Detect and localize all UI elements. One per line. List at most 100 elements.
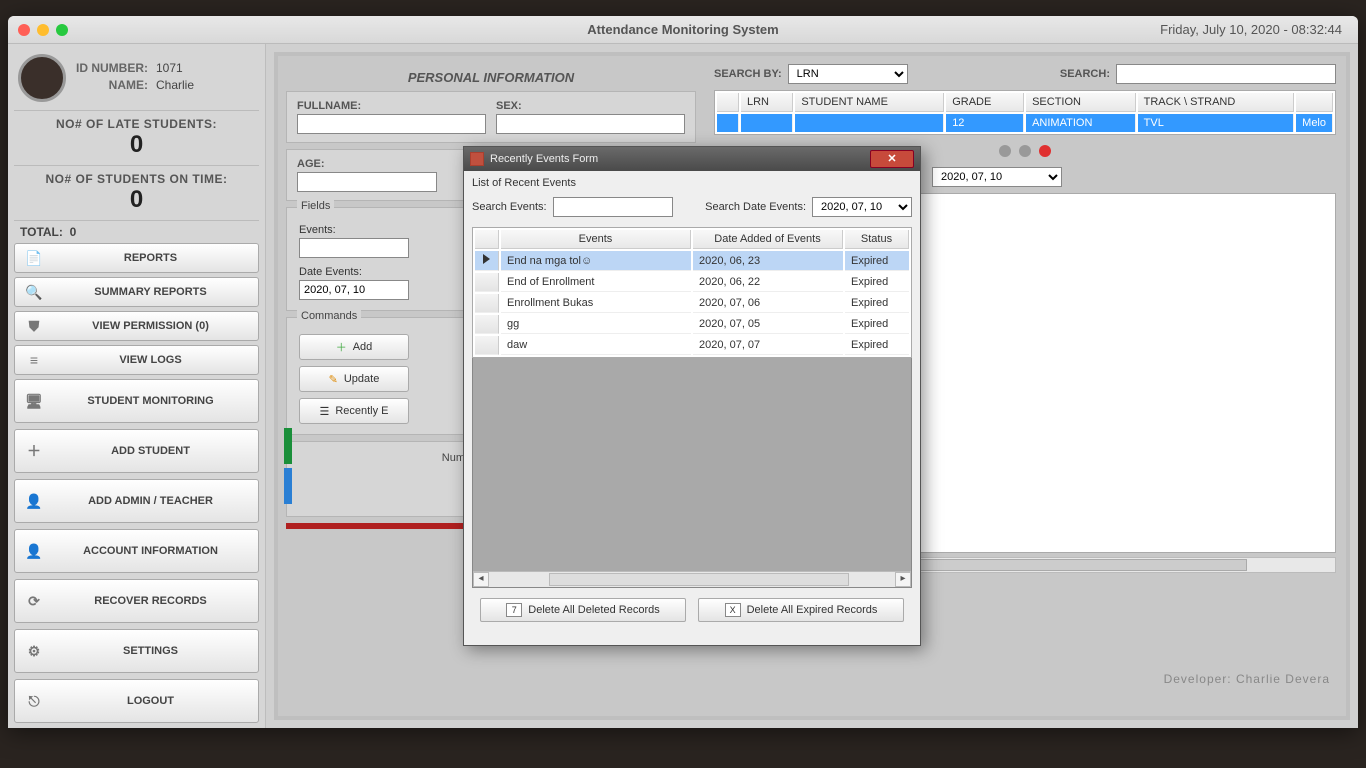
- avatar: [18, 54, 66, 102]
- modal-title-text: Recently Events Form: [490, 153, 598, 165]
- recently-events-modal: Recently Events Form ✕ List of Recent Ev…: [463, 146, 921, 646]
- pencil-icon: ✎: [329, 373, 338, 386]
- view-logs-button[interactable]: ≡VIEW LOGS: [14, 345, 259, 375]
- col-date-added: Date Added of Events: [693, 230, 843, 249]
- date-events-input[interactable]: [299, 280, 409, 300]
- col-events: Events: [501, 230, 691, 249]
- modal-titlebar[interactable]: Recently Events Form ✕: [464, 147, 920, 171]
- fields-legend: Fields: [297, 200, 334, 212]
- delete-deleted-button[interactable]: 7 Delete All Deleted Records: [480, 598, 686, 622]
- events-input[interactable]: [299, 238, 409, 258]
- logout-button[interactable]: ⎋LOGOUT: [14, 679, 259, 723]
- search-date-events-select[interactable]: 2020, 07, 10: [812, 197, 912, 217]
- fullname-input[interactable]: [297, 114, 486, 134]
- col-grade: GRADE: [946, 93, 1024, 112]
- datetime-label: Friday, July 10, 2020 - 08:32:44: [1160, 22, 1342, 37]
- minimize-window-icon[interactable]: [37, 24, 49, 36]
- reports-button[interactable]: 📄REPORTS: [14, 243, 259, 273]
- grid-hscroll[interactable]: ◂ ▸: [473, 571, 911, 587]
- titlebar: Attendance Monitoring System Friday, Jul…: [8, 16, 1358, 44]
- sidebar: ID NUMBER: 1071 NAME: Charlie NO# OF LATE …: [8, 44, 266, 728]
- col-name: STUDENT NAME: [795, 93, 944, 112]
- grid-row[interactable]: Enrollment Bukas2020, 07, 06Expired: [475, 294, 909, 313]
- add-admin-icon: 👤: [23, 493, 45, 510]
- summary-icon: 🔍: [23, 284, 45, 301]
- late-label: NO# OF LATE STUDENTS:: [14, 117, 259, 131]
- personal-info-header: PERSONAL INFORMATION: [286, 64, 696, 91]
- account-info-button[interactable]: 👤ACCOUNT INFORMATION: [14, 529, 259, 573]
- ontime-label: NO# OF STUDENTS ON TIME:: [14, 172, 259, 186]
- plus-icon: ＋: [336, 339, 347, 355]
- modal-caption: List of Recent Events: [472, 177, 912, 189]
- report-icon: 📄: [23, 250, 45, 267]
- table-row[interactable]: 12 ANIMATION TVL Melo: [717, 114, 1333, 132]
- view-permission-button[interactable]: ⛊VIEW PERMISSION (0): [14, 311, 259, 341]
- recently-events-button[interactable]: ☰Recently E: [299, 398, 409, 424]
- grid-row[interactable]: gg2020, 07, 05Expired: [475, 315, 909, 334]
- add-admin-button[interactable]: 👤ADD ADMIN / TEACHER: [14, 479, 259, 523]
- fullname-label: FULLNAME:: [297, 100, 486, 112]
- id-value: 1071: [156, 61, 183, 75]
- update-button[interactable]: ✎Update: [299, 366, 409, 392]
- logs-icon: ≡: [23, 352, 45, 368]
- age-input[interactable]: [297, 172, 437, 192]
- blue-strip: [284, 468, 292, 504]
- late-value: 0: [14, 131, 259, 159]
- dot-1[interactable]: [999, 145, 1011, 157]
- search-label: SEARCH:: [1060, 68, 1110, 80]
- settings-button[interactable]: ⚙SETTINGS: [14, 629, 259, 673]
- developer-label: Developer: Charlie Devera: [1164, 672, 1330, 686]
- col-lrn: LRN: [741, 93, 793, 112]
- student-monitoring-button[interactable]: 🖥STUDENT MONITORING: [14, 379, 259, 423]
- grid-empty-area: ◂ ▸: [472, 358, 912, 588]
- total-value: 0: [70, 225, 77, 239]
- list-icon: ☰: [319, 405, 329, 418]
- row-pointer-icon: [483, 254, 490, 264]
- add-student-button[interactable]: ＋ADD STUDENT: [14, 429, 259, 473]
- logout-icon: ⎋: [23, 693, 45, 710]
- delete-expired-button[interactable]: X Delete All Expired Records: [698, 598, 904, 622]
- grid-row[interactable]: End na mga tol☺2020, 06, 23Expired: [475, 251, 909, 271]
- modal-close-button[interactable]: ✕: [870, 150, 914, 168]
- search-by-label: SEARCH BY:: [714, 68, 782, 80]
- events-grid[interactable]: Events Date Added of Events Status End n…: [472, 227, 912, 358]
- green-strip: [284, 428, 292, 464]
- commands-legend: Commands: [297, 310, 361, 322]
- search-by-select[interactable]: LRN: [788, 64, 908, 84]
- name-label: NAME:: [76, 78, 148, 92]
- scroll-left-icon[interactable]: ◂: [473, 572, 489, 587]
- maximize-window-icon[interactable]: [56, 24, 68, 36]
- add-button[interactable]: ＋Add: [299, 334, 409, 360]
- id-label: ID NUMBER:: [76, 61, 148, 75]
- close-window-icon[interactable]: [18, 24, 30, 36]
- date-select[interactable]: 2020, 07, 10: [932, 167, 1062, 187]
- table-header-row: LRN STUDENT NAME GRADE SECTION TRACK \ S…: [717, 93, 1333, 112]
- summary-reports-button[interactable]: 🔍SUMMARY REPORTS: [14, 277, 259, 307]
- delete-expired-icon: X: [725, 603, 741, 617]
- app-window: Attendance Monitoring System Friday, Jul…: [8, 16, 1358, 728]
- app-title: Attendance Monitoring System: [587, 22, 778, 37]
- permission-icon: ⛊: [23, 318, 45, 335]
- account-icon: 👤: [23, 543, 45, 560]
- recover-icon: ⟳: [23, 593, 45, 610]
- scroll-right-icon[interactable]: ▸: [895, 572, 911, 587]
- dot-3[interactable]: [1039, 145, 1051, 157]
- monitor-icon: 🖥: [23, 393, 45, 410]
- grid-header-row: Events Date Added of Events Status: [475, 230, 909, 249]
- col-section: SECTION: [1026, 93, 1136, 112]
- search-input[interactable]: [1116, 64, 1336, 84]
- col-track: TRACK \ STRAND: [1138, 93, 1295, 112]
- window-controls: [18, 24, 68, 36]
- sex-input[interactable]: [496, 114, 685, 134]
- search-date-events-label: Search Date Events:: [705, 201, 806, 213]
- grid-row[interactable]: End of Enrollment2020, 06, 22Expired: [475, 273, 909, 292]
- ontime-value: 0: [14, 186, 259, 214]
- dot-2[interactable]: [1019, 145, 1031, 157]
- name-value: Charlie: [156, 78, 194, 92]
- students-table[interactable]: LRN STUDENT NAME GRADE SECTION TRACK \ S…: [714, 90, 1336, 135]
- sex-label: SEX:: [496, 100, 685, 112]
- grid-row[interactable]: daw2020, 07, 07Expired: [475, 336, 909, 355]
- search-events-input[interactable]: [553, 197, 673, 217]
- profile-block: ID NUMBER: 1071 NAME: Charlie: [14, 50, 259, 110]
- recover-records-button[interactable]: ⟳RECOVER RECORDS: [14, 579, 259, 623]
